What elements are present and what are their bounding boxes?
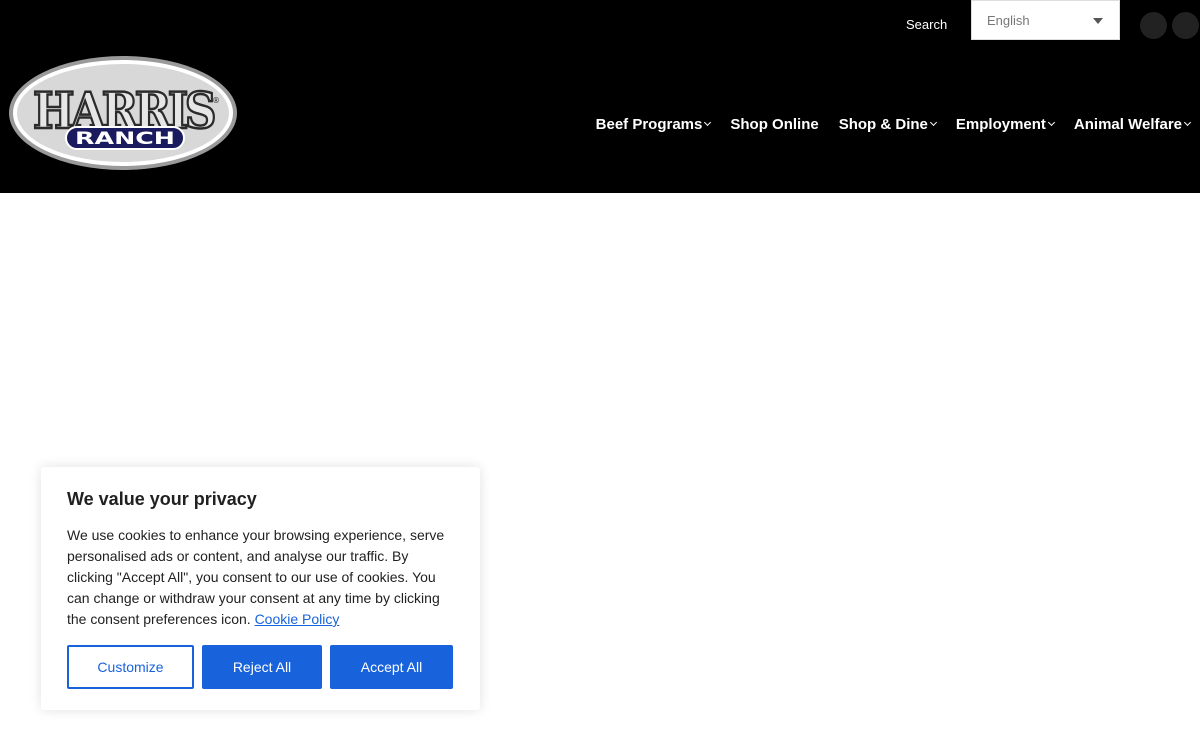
cookie-policy-link[interactable]: Cookie Policy [255, 611, 340, 627]
chevron-down-icon [1047, 118, 1055, 127]
chevron-down-icon [1183, 118, 1192, 127]
language-select[interactable]: English [971, 0, 1120, 40]
nav-animal-welfare[interactable]: Animal Welfare [1074, 116, 1192, 133]
search-link[interactable]: Search [906, 17, 947, 32]
harris-ranch-logo[interactable]: HARRIS ® RANCH [6, 53, 240, 173]
accept-all-button[interactable]: Accept All [330, 645, 453, 689]
main-nav: Beef Programs Shop Online Shop & Dine Em… [576, 116, 1192, 133]
social-icon[interactable] [1140, 12, 1167, 39]
language-value: English [987, 12, 1030, 28]
cookie-title: We value your privacy [67, 489, 257, 509]
site-header: Search English HARRIS ® RANCH Beef Progr… [0, 0, 1200, 193]
chevron-down-icon [704, 118, 712, 127]
reject-all-button[interactable]: Reject All [202, 645, 322, 689]
logo-text-ranch: RANCH [75, 129, 175, 149]
chevron-down-icon [1093, 18, 1103, 24]
chevron-down-icon [929, 118, 937, 127]
social-icon[interactable] [1172, 12, 1199, 39]
logo-registered: ® [212, 96, 220, 105]
nav-shop-online[interactable]: Shop Online [730, 116, 818, 133]
cookie-description: We use cookies to enhance your browsing … [67, 525, 454, 630]
cookie-consent-banner: We value your privacy We use cookies to … [41, 467, 480, 710]
nav-shop-dine[interactable]: Shop & Dine [839, 116, 937, 133]
nav-beef-programs[interactable]: Beef Programs [596, 116, 712, 133]
nav-employment[interactable]: Employment [956, 116, 1055, 133]
customize-button[interactable]: Customize [67, 645, 194, 689]
cookie-buttons: Customize Reject All Accept All [67, 645, 453, 689]
